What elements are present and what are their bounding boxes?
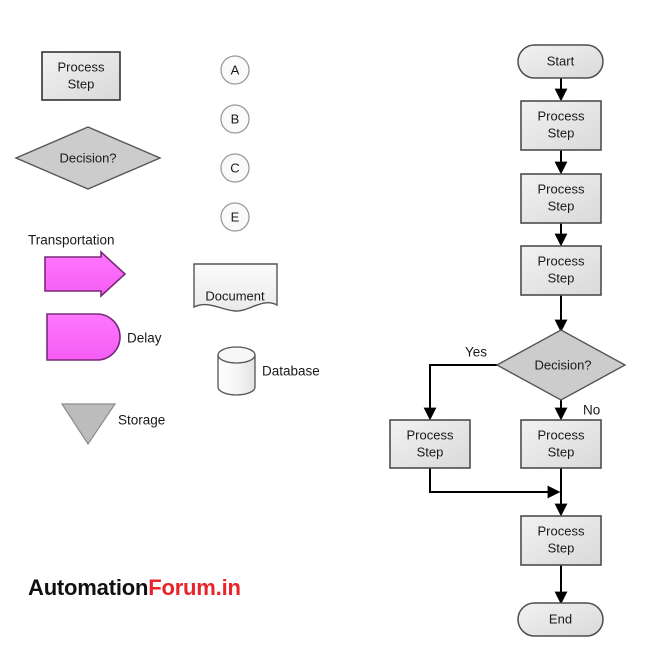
flow-process-yes-line2: Step bbox=[417, 444, 444, 459]
flow-process-merge-line1: Process bbox=[538, 523, 585, 538]
legend-document: Document bbox=[193, 263, 278, 312]
legend-process-step: Process Step bbox=[41, 51, 121, 101]
legend-database: Database bbox=[217, 346, 320, 396]
watermark-part-automation: Automation bbox=[28, 575, 149, 600]
site-watermark: AutomationForum.in bbox=[28, 575, 241, 601]
legend-delay-label: Delay bbox=[127, 331, 162, 346]
legend-storage: Storage bbox=[60, 403, 165, 446]
branch-label-yes: Yes bbox=[465, 345, 487, 360]
legend-decision: Decision? bbox=[14, 126, 162, 190]
storage-triangle-icon bbox=[60, 403, 117, 446]
flow-start-label: Start bbox=[547, 53, 575, 68]
flow-process-2: Process Step bbox=[520, 173, 602, 224]
flow-process-1-line1: Process bbox=[538, 108, 585, 123]
legend-document-label: Document bbox=[205, 288, 265, 303]
flow-process-1-line2: Step bbox=[548, 125, 575, 140]
flow-start: Start bbox=[517, 44, 604, 79]
flow-process-no-line2: Step bbox=[548, 444, 575, 459]
flow-process-2-line1: Process bbox=[538, 181, 585, 196]
connector-a-label: A bbox=[231, 62, 240, 77]
delay-icon bbox=[46, 313, 121, 361]
flow-process-1: Process Step bbox=[520, 100, 602, 151]
legend-transportation-label: Transportation bbox=[28, 233, 115, 248]
connector-e: E bbox=[220, 202, 250, 232]
flow-process-3: Process Step bbox=[520, 245, 602, 296]
edge-yes-merge bbox=[429, 468, 561, 499]
connector-b-label: B bbox=[231, 111, 240, 126]
flow-process-merge: Process Step bbox=[520, 515, 602, 566]
connector-b: B bbox=[220, 104, 250, 134]
flow-process-merge-line2: Step bbox=[548, 540, 575, 555]
flowchart-canvas: Process Step Decision? Transportation De… bbox=[14, 44, 627, 637]
legend-delay: Delay bbox=[46, 313, 162, 361]
flow-process-no: Process Step bbox=[520, 419, 602, 469]
connector-e-label: E bbox=[231, 209, 240, 224]
legend-process-step-line2: Step bbox=[68, 76, 95, 91]
flow-process-yes-line1: Process bbox=[407, 427, 454, 442]
database-cylinder-top bbox=[217, 346, 256, 364]
connector-c: C bbox=[220, 153, 250, 183]
legend-connectors: A B C E bbox=[220, 55, 250, 232]
flow-process-yes: Process Step bbox=[389, 419, 471, 469]
transportation-arrow-icon bbox=[44, 250, 127, 298]
flow-end-label: End bbox=[549, 611, 572, 626]
flow-process-3-line2: Step bbox=[548, 270, 575, 285]
watermark-part-forum: Forum.in bbox=[148, 575, 241, 600]
flow-process-no-line1: Process bbox=[538, 427, 585, 442]
flow-process-2-line2: Step bbox=[548, 198, 575, 213]
legend-database-label: Database bbox=[262, 364, 320, 379]
legend-transportation: Transportation bbox=[28, 233, 127, 298]
flow-decision-label: Decision? bbox=[534, 357, 591, 372]
legend-decision-label: Decision? bbox=[59, 150, 116, 165]
legend-storage-label: Storage bbox=[118, 413, 165, 428]
flow-process-3-line1: Process bbox=[538, 253, 585, 268]
connector-c-label: C bbox=[230, 160, 239, 175]
branch-label-no: No bbox=[583, 403, 600, 418]
flow-decision: Decision? bbox=[495, 329, 627, 401]
flow-end: End bbox=[517, 602, 604, 637]
legend-process-step-line1: Process bbox=[58, 59, 105, 74]
connector-a: A bbox=[220, 55, 250, 85]
edge-decision-yes bbox=[423, 364, 497, 421]
